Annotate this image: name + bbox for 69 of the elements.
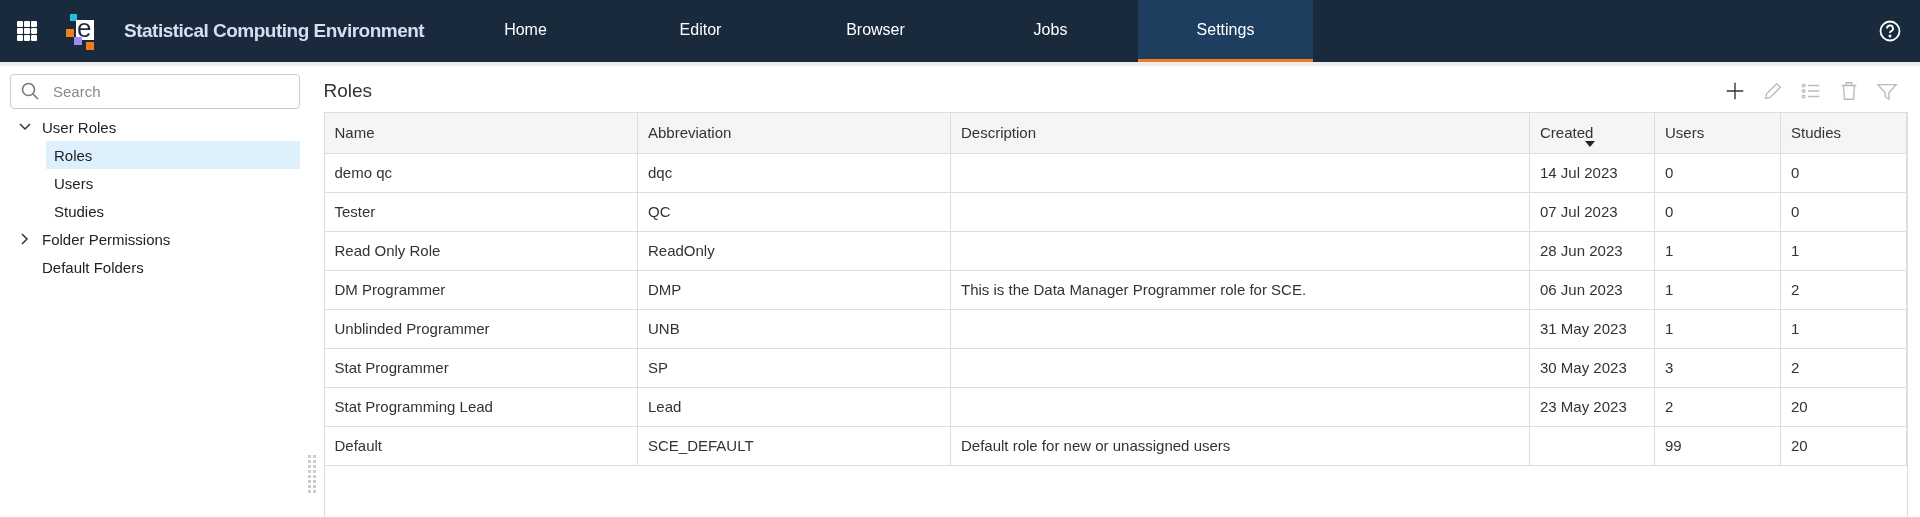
- resize-handle[interactable]: [307, 455, 316, 495]
- table-cell: 30 May 2023: [1540, 359, 1627, 376]
- table-cell: UNB: [648, 320, 680, 337]
- table-cell: 0: [1665, 164, 1674, 181]
- nav-tab[interactable]: Home: [438, 0, 613, 62]
- page-title: Roles: [323, 80, 373, 102]
- table-cell: 1: [1791, 320, 1800, 337]
- table-cell: SP: [648, 359, 668, 376]
- table-cell: 07 Jul 2023: [1540, 203, 1618, 220]
- table-cell: 1: [1665, 320, 1674, 337]
- nav-tab[interactable]: Jobs: [963, 0, 1138, 62]
- table-cell: 14 Jul 2023: [1540, 164, 1618, 181]
- table-cell: Lead: [648, 398, 682, 415]
- column-header[interactable]: Created: [1529, 113, 1655, 153]
- table-cell: 20: [1791, 437, 1808, 454]
- tree-item-highlight[interactable]: Users: [46, 169, 300, 197]
- table-cell: Default role for new or unassigned users: [961, 437, 1231, 454]
- table-cell: Unblinded Programmer: [334, 320, 490, 337]
- column-header[interactable]: Abbreviation: [637, 113, 951, 153]
- table-cell: DM Programmer: [334, 281, 446, 298]
- help-icon[interactable]: [1879, 20, 1901, 42]
- column-header[interactable]: Name: [324, 113, 638, 153]
- table-cell: 31 May 2023: [1540, 320, 1627, 337]
- table-cell: 23 May 2023: [1540, 398, 1627, 415]
- table-cell: Default: [334, 437, 383, 454]
- tree-item[interactable]: Folder Permissions: [32, 230, 171, 248]
- table-cell: 1: [1665, 242, 1674, 259]
- nav-tab[interactable]: Settings: [1138, 0, 1313, 62]
- search-icon: [21, 82, 39, 100]
- table-cell: 3: [1665, 359, 1674, 376]
- table-cell: This is the Data Manager Programmer role for SCE.: [961, 281, 1307, 298]
- table-cell: 1: [1791, 242, 1800, 259]
- tree-item-highlight[interactable]: Roles: [46, 141, 300, 169]
- table-cell: 1: [1665, 281, 1674, 298]
- table-cell: 0: [1665, 203, 1674, 220]
- table-cell: ReadOnly: [648, 242, 715, 259]
- table-cell: demo qc: [334, 164, 393, 181]
- table-cell: 0: [1791, 164, 1800, 181]
- table-cell: 2: [1791, 359, 1800, 376]
- table-cell: Stat Programming Lead: [334, 398, 493, 415]
- tree-item[interactable]: Default Folders: [32, 258, 144, 276]
- table-cell: dqc: [648, 164, 673, 181]
- tree-item[interactable]: User Roles: [32, 118, 117, 136]
- table-cell: 99: [1665, 437, 1682, 454]
- table-cell: 0: [1791, 203, 1800, 220]
- table-cell: DMP: [648, 281, 682, 298]
- tree-item-highlight[interactable]: Studies: [46, 197, 300, 225]
- table-cell: Read Only Role: [334, 242, 441, 259]
- app-title: Statistical Computing Environment: [124, 20, 425, 42]
- table-cell: 2: [1665, 398, 1674, 415]
- app-grid-icon[interactable]: [16, 20, 38, 42]
- plus-icon: [1724, 80, 1746, 102]
- search-field[interactable]: Search: [10, 74, 300, 109]
- table-cell: QC: [648, 203, 671, 220]
- nav-tab[interactable]: Browser: [788, 0, 963, 62]
- column-header[interactable]: Description: [950, 113, 1530, 153]
- table-cell: 06 Jun 2023: [1540, 281, 1623, 298]
- table-cell: 28 Jun 2023: [1540, 242, 1623, 259]
- table-cell: 2: [1791, 281, 1800, 298]
- column-header[interactable]: Studies: [1780, 113, 1907, 153]
- nav-tab[interactable]: Editor: [613, 0, 788, 62]
- table-cell: SCE_DEFAULT: [648, 437, 754, 454]
- pencil-icon: [1762, 80, 1784, 102]
- table-cell: Stat Programmer: [334, 359, 449, 376]
- table-cell: 20: [1791, 398, 1808, 415]
- column-header[interactable]: Users: [1654, 113, 1781, 153]
- list-icon: [1800, 80, 1822, 102]
- table-cell: Tester: [334, 203, 376, 220]
- logo: e: [66, 11, 98, 51]
